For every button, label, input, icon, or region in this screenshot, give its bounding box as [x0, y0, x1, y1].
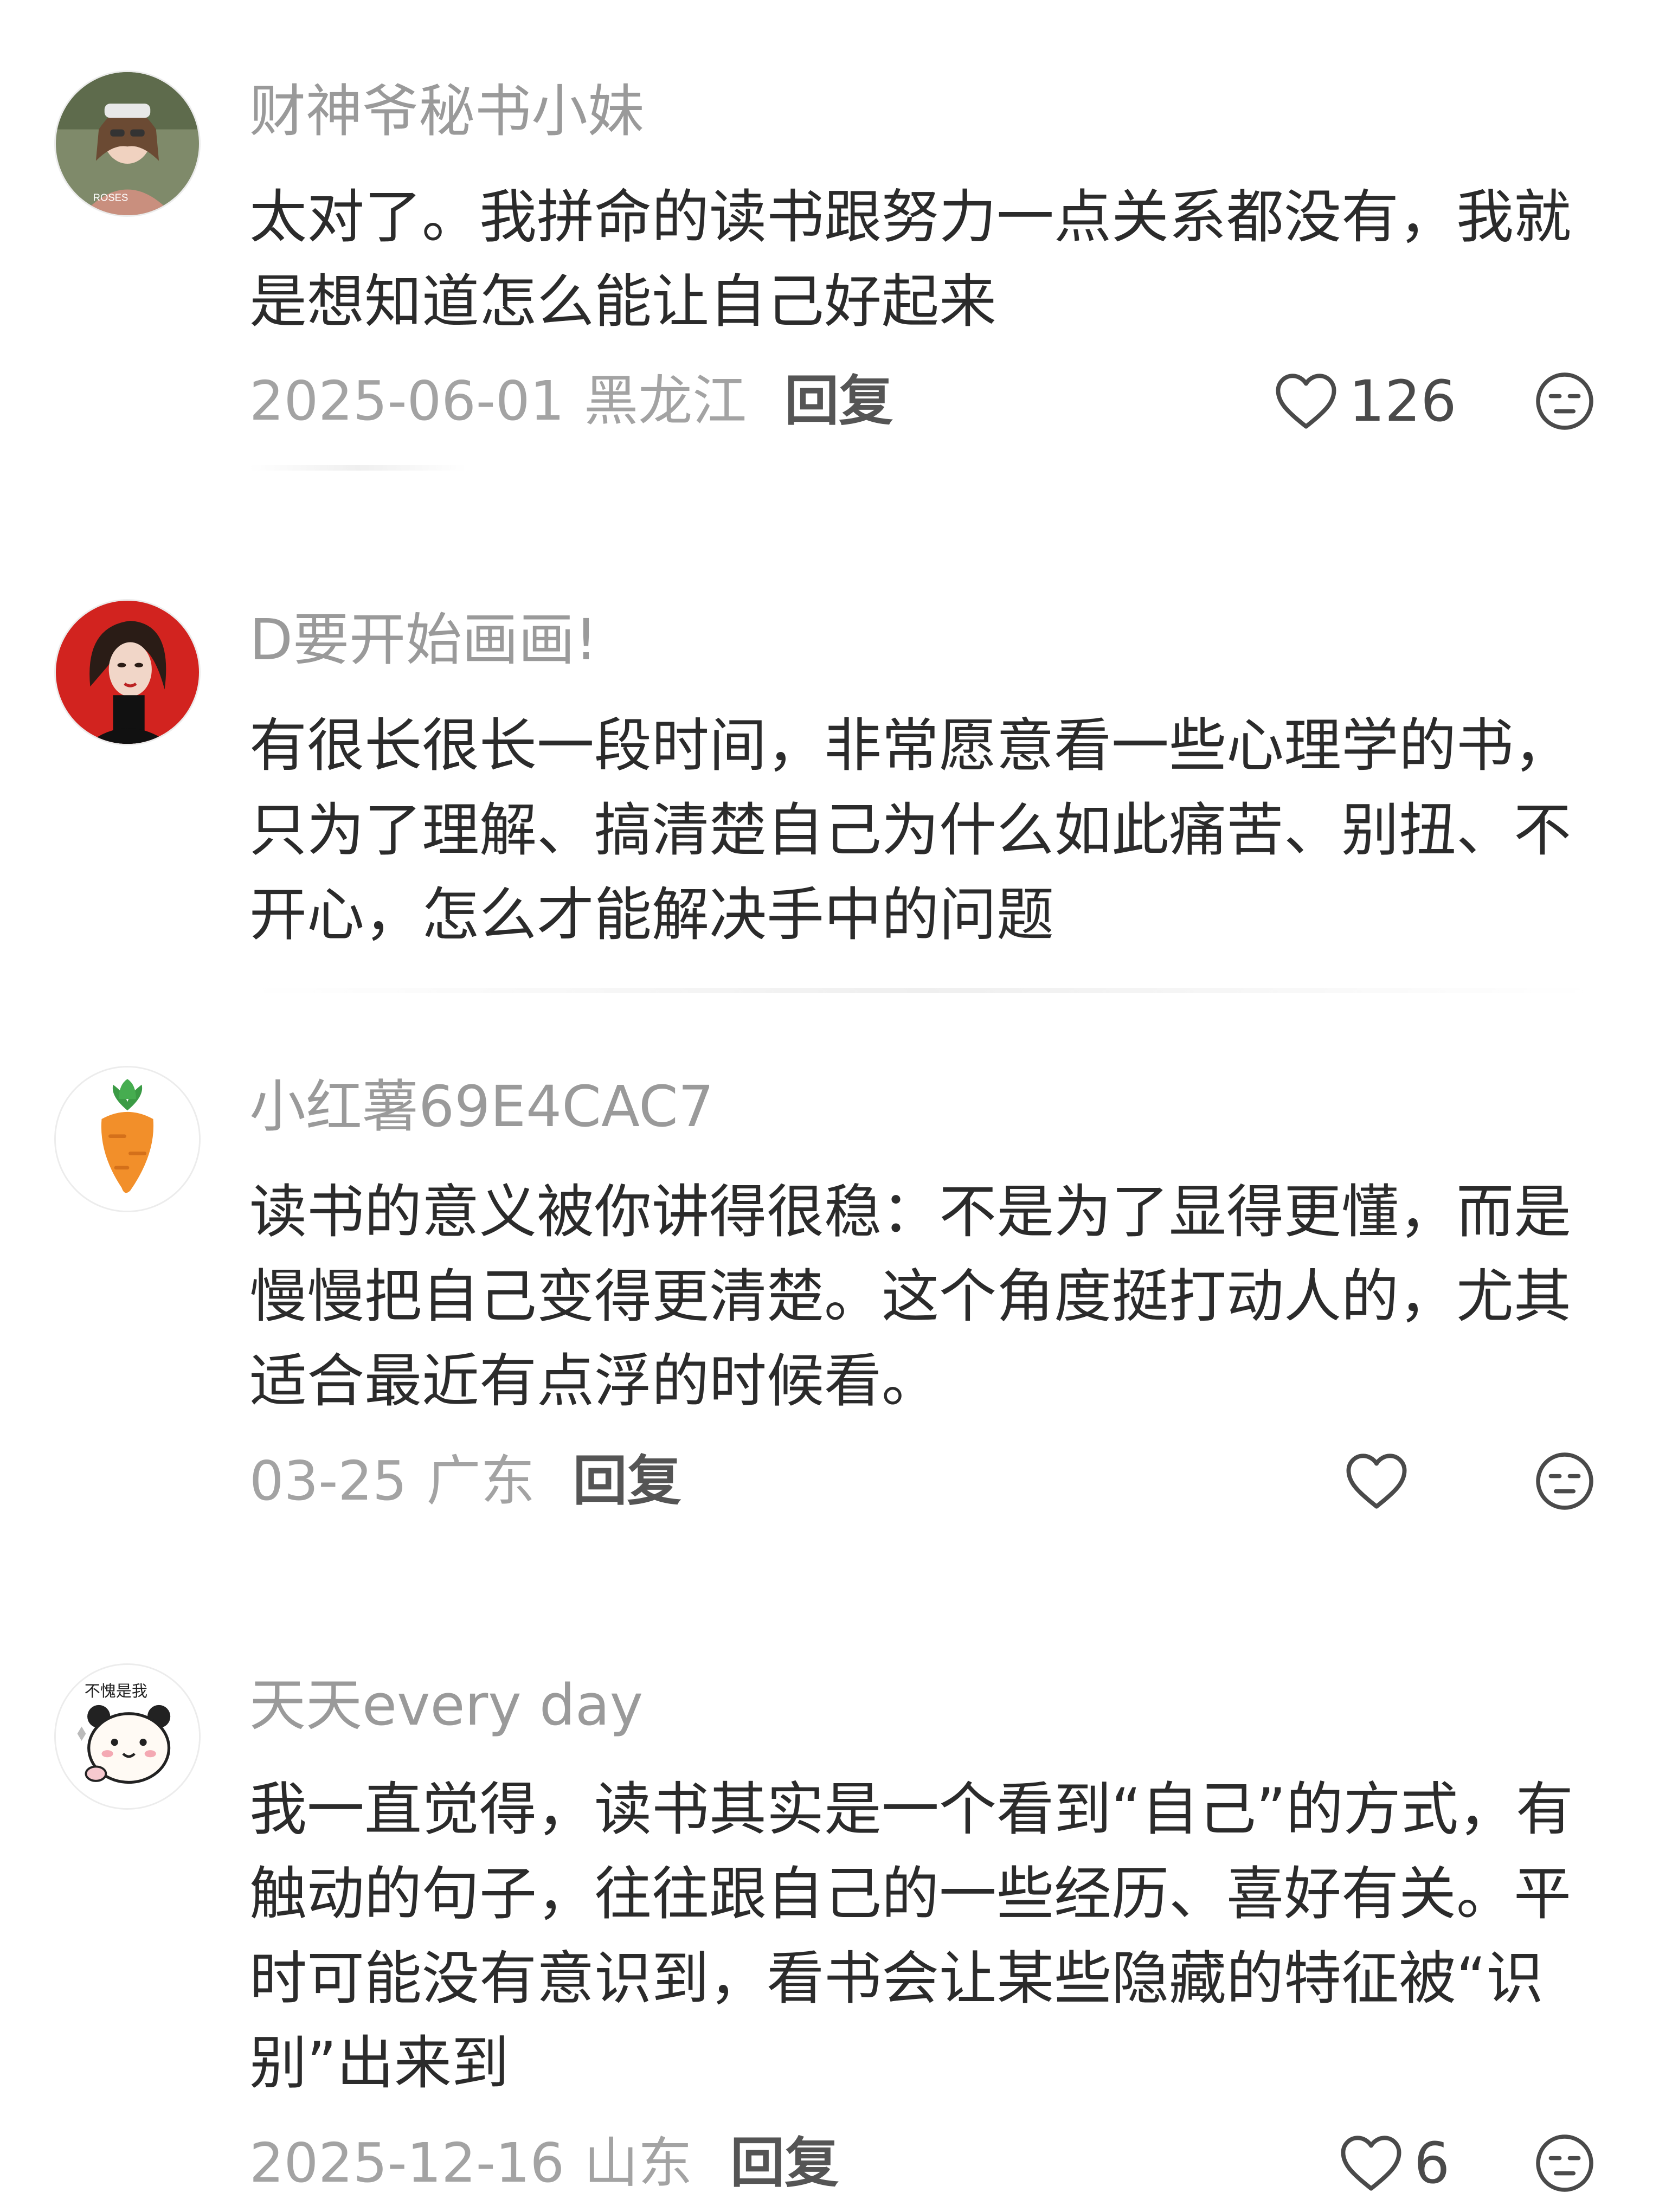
heart-outline-icon: [1346, 1454, 1407, 1509]
comment-location: 黑龙江: [584, 369, 747, 433]
avatar[interactable]: [54, 599, 201, 745]
comment-username[interactable]: 财神爷秘书小妹: [249, 76, 644, 146]
comment-location: 山东: [584, 2131, 693, 2195]
comment-date: 2025-12-16: [249, 2131, 565, 2195]
unamused-face-icon: [1536, 372, 1593, 430]
comment-text: 有很长很长一段时间，非常愿意看一些心理学的书，只为了理解、搞清楚自己为什么如此痛…: [249, 712, 1571, 948]
like-button[interactable]: 6: [1339, 2128, 1450, 2198]
comment-text: 读书的意义被你讲得很稳：不是为了显得更懂，而是慢慢把自己变得更清楚。这个角度挺打…: [249, 1179, 1571, 1414]
reply-button[interactable]: 回复: [573, 1449, 681, 1513]
unamused-face-icon: [1536, 1452, 1593, 1510]
unamused-face-icon: [1536, 2134, 1593, 2192]
comment-meta: 2025-12-16 山东 回复: [249, 2128, 839, 2198]
comment-meta: 2025-06-01 黑龙江 回复: [249, 366, 893, 436]
dislike-button[interactable]: [1534, 2133, 1595, 2194]
comment-text: 我一直觉得，读书其实是一个看到“自己”的方式，有触动的句子，往往跟自己的一些经历…: [249, 1776, 1573, 2097]
reply-button[interactable]: 回复: [785, 369, 893, 433]
comment-username[interactable]: 天天every day: [249, 1670, 643, 1740]
panda-sticker-icon: 不愧是我: [56, 1665, 199, 1808]
avatar[interactable]: [54, 1066, 201, 1212]
carrot-icon: [56, 1068, 199, 1211]
avatar[interactable]: 不愧是我: [54, 1663, 201, 1810]
comment-date: 03-25: [249, 1449, 407, 1513]
avatar-badge-text: 不愧是我: [85, 1682, 147, 1700]
like-count: 6: [1414, 2130, 1450, 2196]
like-button[interactable]: [1345, 1446, 1419, 1516]
divider: [249, 465, 466, 471]
comment-text: 太对了。我拼命的读书跟努力一点关系都没有，我就是想知道怎么能让自己好起来: [249, 184, 1571, 335]
like-count: 126: [1349, 368, 1457, 434]
comment-meta: 03-25 广东 回复: [249, 1446, 681, 1516]
avatar-photo-woman-icon: [56, 601, 199, 744]
avatar[interactable]: ROSES: [54, 70, 201, 217]
dislike-button[interactable]: [1534, 1451, 1595, 1512]
heart-outline-icon: [1276, 374, 1336, 429]
reply-button[interactable]: 回复: [730, 2131, 839, 2195]
heart-outline-icon: [1341, 2136, 1401, 2191]
like-button[interactable]: 126: [1274, 366, 1457, 436]
comment-date: 2025-06-01: [249, 369, 565, 433]
divider: [249, 988, 1594, 993]
comment-username[interactable]: D要开始画画!: [249, 605, 597, 675]
comment-location: 广东: [426, 1449, 535, 1513]
svg-text:ROSES: ROSES: [93, 192, 128, 203]
avatar-photo-girl-icon: ROSES: [56, 72, 199, 215]
dislike-button[interactable]: [1534, 371, 1595, 432]
comment-username[interactable]: 小红薯69E4CAC7: [249, 1071, 714, 1142]
